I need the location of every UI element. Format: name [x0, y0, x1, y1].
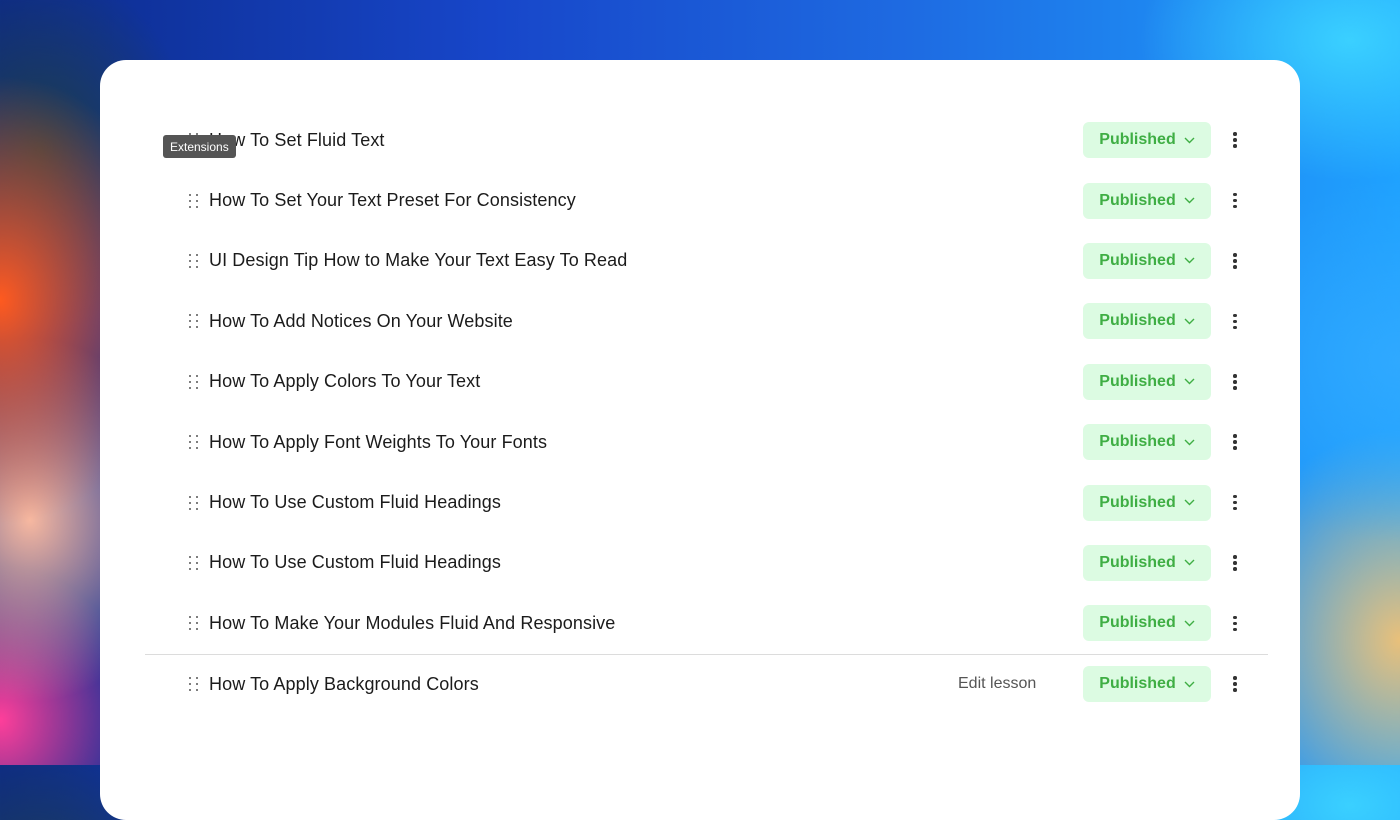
drag-handle-icon[interactable] — [187, 495, 199, 510]
status-dropdown[interactable]: Published — [1083, 666, 1211, 703]
chevron-down-icon — [1184, 620, 1195, 627]
lesson-title[interactable]: UI Design Tip How to Make Your Text Easy… — [209, 250, 627, 271]
status-dropdown[interactable]: Published — [1083, 182, 1211, 219]
status-dropdown[interactable]: Published — [1083, 122, 1211, 159]
lesson-list-card: How To Set Fluid Text Published How To S… — [100, 60, 1300, 820]
status-dropdown[interactable]: Published — [1083, 242, 1211, 279]
status-label: Published — [1099, 312, 1176, 330]
chevron-down-icon — [1184, 439, 1195, 446]
lesson-title[interactable]: How To Apply Font Weights To Your Fonts — [209, 432, 547, 453]
more-options-icon[interactable] — [1230, 673, 1240, 695]
drag-handle-icon[interactable] — [187, 193, 199, 208]
lesson-title[interactable]: How To Make Your Modules Fluid And Respo… — [209, 613, 615, 634]
chevron-down-icon — [1184, 499, 1195, 506]
status-label: Published — [1099, 493, 1176, 511]
lesson-title[interactable]: How To Set Your Text Preset For Consiste… — [209, 190, 576, 211]
chevron-down-icon — [1184, 197, 1195, 204]
lesson-title[interactable]: How To Apply Background Colors — [209, 674, 479, 695]
status-dropdown[interactable]: Published — [1083, 484, 1211, 521]
drag-handle-icon[interactable] — [187, 616, 199, 631]
status-dropdown[interactable]: Published — [1083, 424, 1211, 461]
lesson-title[interactable]: How To Apply Colors To Your Text — [209, 371, 480, 392]
status-label: Published — [1099, 614, 1176, 632]
lesson-row[interactable]: How To Use Custom Fluid Headings Publish… — [145, 472, 1268, 532]
status-dropdown[interactable]: Published — [1083, 303, 1211, 340]
lesson-row[interactable]: How To Apply Colors To Your Text Publish… — [145, 352, 1268, 412]
lesson-row[interactable]: How To Make Your Modules Fluid And Respo… — [145, 593, 1268, 653]
status-label: Published — [1099, 131, 1176, 149]
chevron-down-icon — [1184, 559, 1195, 566]
more-options-icon[interactable] — [1230, 310, 1240, 332]
status-label: Published — [1099, 433, 1176, 451]
status-label: Published — [1099, 553, 1176, 571]
lesson-row[interactable]: How To Apply Background Colors Edit less… — [145, 653, 1268, 714]
chevron-down-icon — [1184, 318, 1195, 325]
edit-lesson-link[interactable]: Edit lesson — [958, 675, 1036, 693]
status-dropdown[interactable]: Published — [1083, 363, 1211, 400]
more-options-icon[interactable] — [1230, 612, 1240, 634]
drag-handle-icon[interactable] — [187, 253, 199, 268]
drag-handle-icon[interactable] — [187, 435, 199, 450]
status-label: Published — [1099, 675, 1176, 693]
chevron-down-icon — [1184, 137, 1195, 144]
more-options-icon[interactable] — [1230, 190, 1240, 212]
lesson-row[interactable]: How To Set Your Text Preset For Consiste… — [145, 170, 1268, 230]
more-options-icon[interactable] — [1230, 492, 1240, 514]
lesson-row[interactable]: How To Apply Font Weights To Your Fonts … — [145, 412, 1268, 472]
status-label: Published — [1099, 372, 1176, 390]
lesson-title[interactable]: How To Add Notices On Your Website — [209, 311, 513, 332]
chevron-down-icon — [1184, 257, 1195, 264]
chevron-down-icon — [1184, 378, 1195, 385]
more-options-icon[interactable] — [1230, 250, 1240, 272]
drag-handle-icon[interactable] — [187, 677, 199, 692]
drag-handle-icon[interactable] — [187, 374, 199, 389]
more-options-icon[interactable] — [1230, 552, 1240, 574]
chevron-down-icon — [1184, 681, 1195, 688]
status-dropdown[interactable]: Published — [1083, 544, 1211, 581]
drag-handle-icon[interactable] — [187, 555, 199, 570]
lesson-row[interactable]: UI Design Tip How to Make Your Text Easy… — [145, 231, 1268, 291]
lesson-row[interactable]: How To Add Notices On Your Website Publi… — [145, 291, 1268, 351]
status-dropdown[interactable]: Published — [1083, 605, 1211, 642]
status-label: Published — [1099, 191, 1176, 209]
more-options-icon[interactable] — [1230, 129, 1240, 151]
more-options-icon[interactable] — [1230, 431, 1240, 453]
more-options-icon[interactable] — [1230, 371, 1240, 393]
lesson-list: How To Set Fluid Text Published How To S… — [145, 110, 1268, 714]
lesson-row[interactable]: How To Use Custom Fluid Headings Publish… — [145, 533, 1268, 593]
status-label: Published — [1099, 251, 1176, 269]
extensions-tooltip: Extensions — [163, 135, 236, 158]
lesson-title[interactable]: How To Use Custom Fluid Headings — [209, 552, 501, 573]
lesson-row[interactable]: How To Set Fluid Text Published — [145, 110, 1268, 170]
lesson-title[interactable]: How To Use Custom Fluid Headings — [209, 492, 501, 513]
drag-handle-icon[interactable] — [187, 314, 199, 329]
